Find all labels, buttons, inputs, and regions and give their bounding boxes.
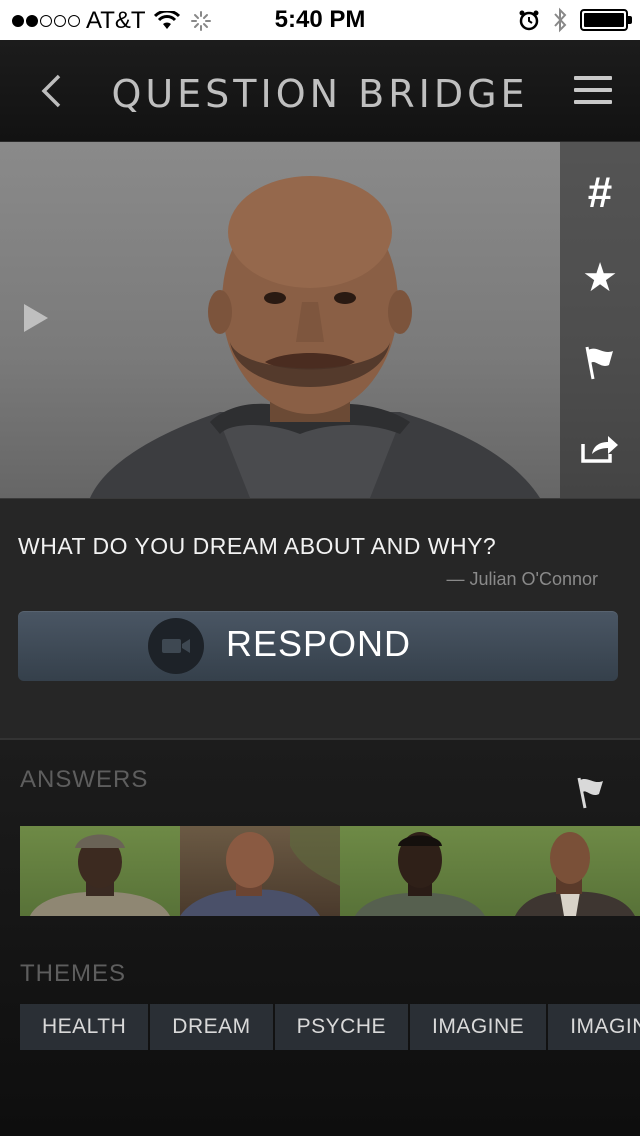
video-camera-icon: [148, 618, 204, 674]
answer-portrait: [30, 834, 170, 916]
bluetooth-icon: [554, 7, 567, 33]
favorite-button[interactable]: ★: [570, 248, 630, 308]
hashtag-button[interactable]: #: [570, 163, 630, 223]
battery-icon: [580, 9, 632, 31]
answer-portrait: [355, 832, 485, 916]
answer-portrait: [515, 832, 635, 916]
video-player[interactable]: # ★: [0, 142, 640, 498]
question-text: WHAT DO YOU DREAM ABOUT AND WHY?: [18, 533, 497, 559]
speaker-portrait: [90, 176, 540, 498]
back-button[interactable]: [26, 64, 76, 118]
answer-thumbnail[interactable]: [340, 826, 500, 916]
nav-bar: QUESTION BRIDGE: [0, 40, 640, 142]
answer-thumbnail[interactable]: [20, 826, 180, 916]
status-right: [518, 7, 632, 33]
question-section: WHAT DO YOU DREAM ABOUT AND WHY? — Julia…: [0, 498, 640, 738]
theme-tag-psyche[interactable]: PSYCHE: [274, 1004, 408, 1050]
theme-tag-dream[interactable]: DREAM: [150, 1004, 273, 1050]
hashtag-icon: #: [587, 167, 613, 217]
flag-button[interactable]: [570, 333, 630, 393]
question-attribution: — Julian O'Connor: [446, 569, 598, 589]
video-side-actions: # ★: [560, 142, 640, 498]
flag-icon: [577, 777, 603, 809]
star-icon: ★: [582, 255, 618, 300]
answers-strip: [20, 826, 640, 916]
chevron-left-icon: [41, 74, 61, 108]
play-icon[interactable]: [22, 302, 50, 334]
hamburger-menu-icon: [574, 76, 612, 80]
answer-thumbnail[interactable]: [180, 826, 340, 916]
app-title: QUESTION BRIDGE: [111, 72, 529, 116]
answer-thumbnail[interactable]: [500, 826, 640, 916]
share-button[interactable]: [570, 418, 630, 478]
answers-heading: ANSWERS: [20, 766, 149, 793]
theme-tag-imagine[interactable]: IMAGINE: [410, 1004, 547, 1050]
menu-button[interactable]: [570, 70, 616, 110]
answers-section: ANSWERS THEMES HEALTH DREAM PSYCHE IMAGI…: [0, 738, 640, 1136]
themes-row: HEALTH DREAM PSYCHE IMAGINE IMAGINE: [20, 1004, 640, 1050]
alarm-icon: [519, 10, 539, 31]
theme-tag-imagine-2[interactable]: IMAGINE: [548, 1004, 640, 1050]
theme-tag-health[interactable]: HEALTH: [20, 1004, 149, 1050]
status-bar: AT&T 5:40 PM: [0, 0, 640, 40]
answers-flag-button[interactable]: [576, 776, 612, 812]
themes-heading: THEMES: [20, 960, 127, 987]
answer-portrait: [180, 826, 340, 916]
respond-button[interactable]: RESPOND: [18, 611, 618, 681]
respond-label: RESPOND: [226, 623, 412, 664]
flag-icon: [585, 346, 613, 379]
share-icon: [581, 435, 618, 463]
